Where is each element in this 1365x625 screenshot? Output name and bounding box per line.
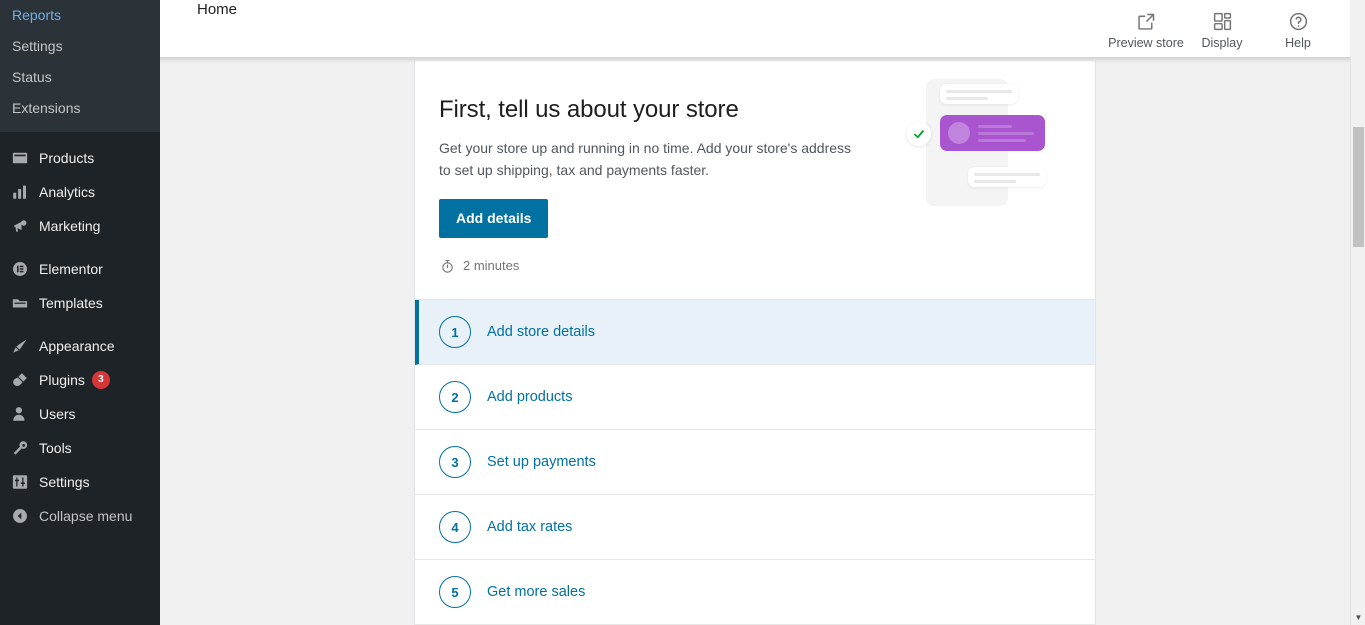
task-label: Add tax rates [487, 519, 573, 535]
sidebar-item-users[interactable]: Users [0, 397, 160, 431]
sidebar-item-elementor[interactable]: Elementor [0, 252, 160, 286]
marketing-megaphone-icon [10, 216, 30, 236]
task-row[interactable]: 1 Add store details [415, 300, 1095, 365]
onboarding-task-card: First, tell us about your store Get your… [414, 61, 1096, 625]
settings-sliders-icon [10, 472, 30, 492]
task-label: Set up payments [487, 454, 596, 470]
templates-folder-icon [10, 293, 30, 313]
task-row[interactable]: 2 Add products [415, 365, 1095, 430]
header-action-preview-store[interactable]: Preview store [1108, 5, 1184, 52]
task-number-badge: 1 [439, 316, 471, 348]
hero-description: Get your store up and running in no time… [439, 140, 852, 178]
header-action-display[interactable]: Display [1184, 5, 1260, 52]
add-details-button[interactable]: Add details [439, 199, 549, 238]
submenu-item-status[interactable]: Status [0, 62, 160, 93]
admin-sidebar: Reports Settings Status Extensions Products… [0, 0, 160, 625]
sidebar-item-analytics[interactable]: Analytics [0, 175, 160, 209]
stopwatch-icon [439, 258, 455, 274]
elementor-icon [10, 259, 30, 279]
sidebar-item-products[interactable]: Products [0, 141, 160, 175]
appearance-brush-icon [10, 336, 30, 356]
sidebar-item-collapse-menu[interactable]: Collapse menu [0, 499, 160, 533]
sidebar-item-label: Marketing [39, 218, 101, 234]
task-label: Get more sales [487, 584, 586, 600]
scroll-down-arrow-icon[interactable]: ▼ [1351, 609, 1365, 625]
products-icon [10, 148, 30, 168]
page-title: Home [197, 1, 238, 18]
sidebar-item-plugins[interactable]: Plugins 3 [0, 363, 160, 397]
scrollbar-thumb[interactable] [1353, 127, 1364, 247]
store-setup-illustration [902, 71, 1077, 216]
hero-time-estimate: 2 minutes [439, 257, 1071, 275]
display-grid-icon [1212, 8, 1233, 34]
submenu-item-extensions[interactable]: Extensions [0, 93, 160, 124]
sidebar-item-marketing[interactable]: Marketing [0, 209, 160, 243]
menu-group-system: Appearance Plugins 3 Users Tools Settings [0, 329, 160, 499]
header-action-label: Display [1201, 36, 1243, 50]
plugins-plug-icon [10, 370, 30, 390]
green-check-icon [907, 122, 931, 146]
sidebar-item-label: Settings [39, 474, 90, 490]
menu-divider [0, 132, 160, 141]
task-row[interactable]: 5 Get more sales [415, 560, 1095, 625]
header-action-label: Help [1285, 36, 1311, 50]
task-label: Add products [487, 389, 573, 405]
collapse-arrow-left-icon [10, 506, 30, 526]
external-link-icon [1136, 8, 1157, 34]
sidebar-item-label: Products [39, 150, 95, 166]
sidebar-item-settings[interactable]: Settings [0, 465, 160, 499]
task-hero: First, tell us about your store Get your… [415, 61, 1095, 300]
submenu-item-settings[interactable]: Settings [0, 31, 160, 62]
sidebar-item-label: Users [39, 406, 76, 422]
woocommerce-submenu: Reports Settings Status Extensions [0, 0, 160, 132]
page-header: Home Preview store Display Help [160, 0, 1350, 57]
sidebar-item-label: Plugins [39, 372, 85, 388]
sidebar-item-label: Appearance [39, 338, 115, 354]
task-label: Add store details [487, 324, 596, 340]
menu-divider [0, 320, 160, 329]
header-actions: Preview store Display Help [1108, 5, 1336, 52]
illustration-card-highlight [940, 115, 1045, 151]
menu-group-commerce: Products Analytics Marketing [0, 141, 160, 243]
submenu-item-reports[interactable]: Reports [0, 0, 160, 31]
sidebar-item-label: Collapse menu [39, 508, 133, 524]
sidebar-item-tools[interactable]: Tools [0, 431, 160, 465]
hero-time-label: 2 minutes [463, 258, 520, 273]
header-action-label: Preview store [1108, 36, 1184, 50]
menu-divider [0, 243, 160, 252]
task-row[interactable]: 4 Add tax rates [415, 495, 1095, 560]
plugin-update-badge: 3 [91, 371, 110, 389]
sidebar-item-templates[interactable]: Templates [0, 286, 160, 320]
menu-group-elementor: Elementor Templates [0, 252, 160, 320]
header-right-gap [1335, 0, 1350, 57]
help-question-icon [1288, 8, 1309, 34]
menu-group-collapse: Collapse menu [0, 499, 160, 533]
illustration-card-bottom [968, 167, 1046, 187]
illustration-card-top [940, 84, 1018, 104]
task-number-badge: 5 [439, 576, 471, 608]
sidebar-item-appearance[interactable]: Appearance [0, 329, 160, 363]
main-content: First, tell us about your store Get your… [160, 57, 1350, 625]
sidebar-item-label: Analytics [39, 184, 96, 200]
task-number-badge: 2 [439, 381, 471, 413]
users-icon [10, 404, 30, 424]
tools-wrench-icon [10, 438, 30, 458]
header-action-help[interactable]: Help [1260, 5, 1336, 52]
analytics-bar-chart-icon [10, 182, 30, 202]
task-list: 1 Add store details 2 Add products 3 Set up p… [415, 300, 1095, 625]
sidebar-item-label: Tools [39, 440, 72, 456]
task-number-badge: 3 [439, 446, 471, 478]
sidebar-item-label: Templates [39, 295, 103, 311]
vertical-scrollbar[interactable]: ▼ [1350, 57, 1365, 625]
sidebar-item-label: Elementor [39, 261, 103, 277]
task-number-badge: 4 [439, 511, 471, 543]
task-row[interactable]: 3 Set up payments [415, 430, 1095, 495]
